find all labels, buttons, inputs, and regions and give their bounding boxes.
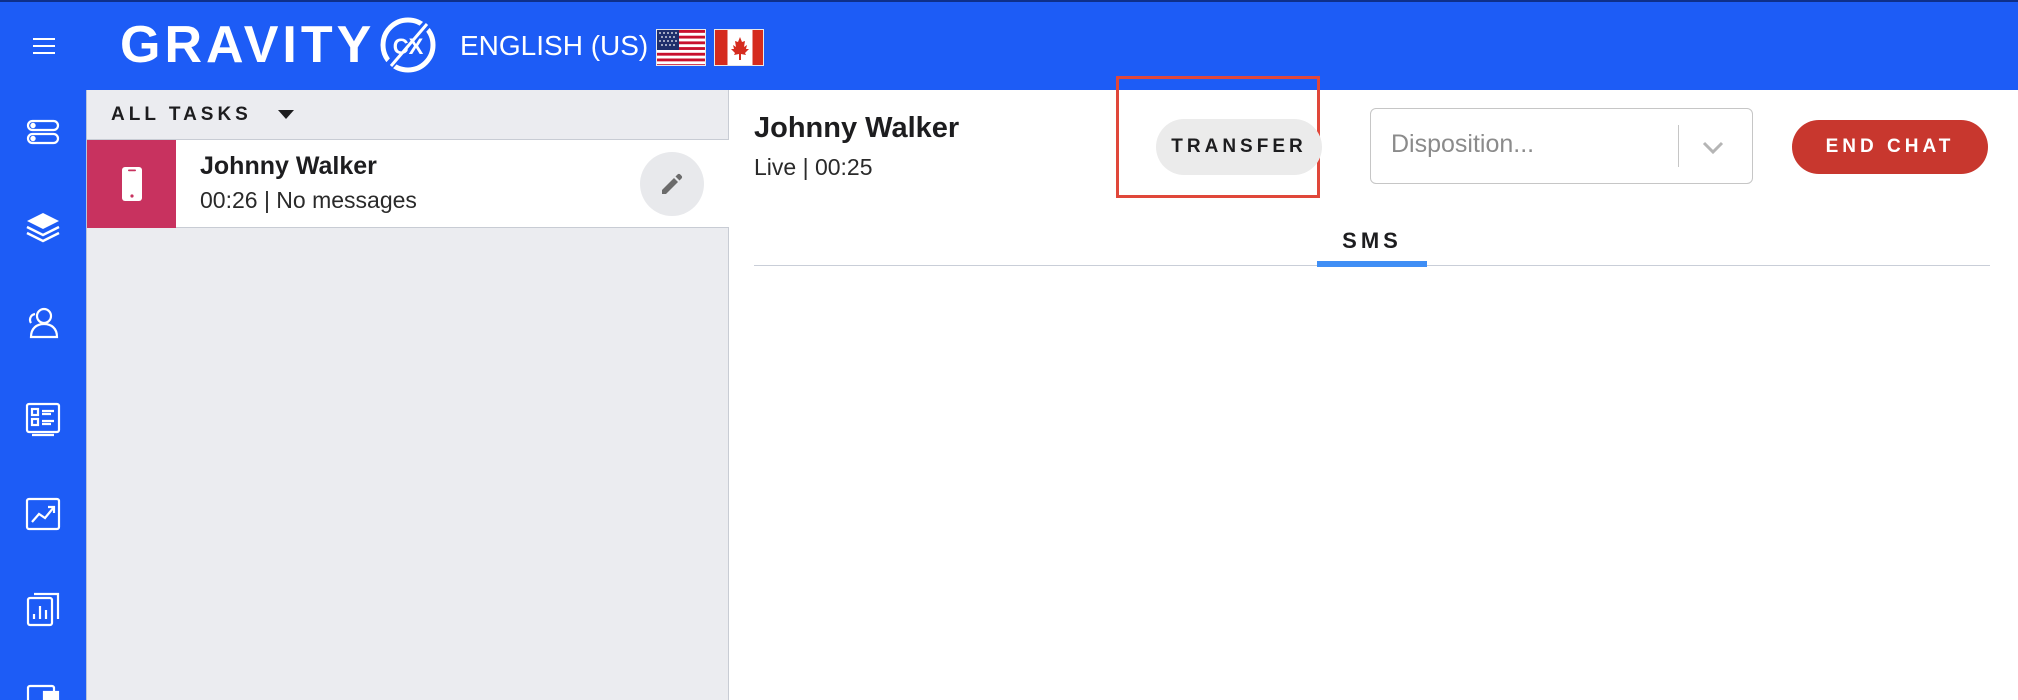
tab-sms[interactable]: SMS xyxy=(1317,220,1427,267)
forms-icon[interactable] xyxy=(24,400,62,438)
canada-flag-icon[interactable] xyxy=(714,29,764,66)
logo-suffix: CX xyxy=(393,34,424,59)
tab-sms-label: SMS xyxy=(1342,228,1402,253)
reports-icon[interactable] xyxy=(24,590,62,628)
task-list-panel: ALL TASKS Johnny Walker 00:26 | No messa… xyxy=(87,90,729,700)
task-channel-badge xyxy=(87,140,176,228)
active-tab-indicator xyxy=(1317,261,1427,267)
task-contact-name: Johnny Walker xyxy=(200,152,377,180)
logo-text: GRAVITY xyxy=(120,16,376,74)
select-separator xyxy=(1678,125,1679,167)
disposition-select[interactable]: Disposition... xyxy=(1370,108,1753,184)
disposition-placeholder: Disposition... xyxy=(1391,130,1535,158)
caret-down-icon xyxy=(277,110,294,119)
us-flag-icon[interactable] xyxy=(656,29,706,66)
language-selector[interactable]: ENGLISH (US) xyxy=(460,30,648,62)
all-tasks-label: ALL TASKS xyxy=(111,103,252,125)
conversation-panel: Johnny Walker Live | 00:25 TRANSFER Disp… xyxy=(730,76,2018,700)
hamburger-menu-icon[interactable] xyxy=(18,24,70,68)
end-chat-button[interactable]: END CHAT xyxy=(1792,120,1988,174)
task-item[interactable]: Johnny Walker 00:26 | No messages xyxy=(87,140,729,228)
all-tasks-filter[interactable]: ALL TASKS xyxy=(87,90,729,140)
top-bar: GRAVITY CX ENGLISH (US) xyxy=(0,0,2018,90)
analytics-icon[interactable] xyxy=(24,495,62,533)
mobile-phone-icon xyxy=(121,167,142,201)
contact-status: Live | 00:25 xyxy=(754,154,873,180)
contacts-icon[interactable] xyxy=(24,304,62,342)
chevron-down-icon[interactable] xyxy=(1697,131,1729,163)
pencil-icon xyxy=(662,173,683,194)
task-meta: 00:26 | No messages xyxy=(200,187,417,213)
cx-logo-mark-icon: CX xyxy=(380,17,436,73)
gravity-cx-logo: GRAVITY CX xyxy=(120,14,437,76)
more-nav-icon[interactable] xyxy=(24,682,62,700)
transfer-button[interactable]: TRANSFER xyxy=(1156,119,1322,175)
contact-name: Johnny Walker xyxy=(754,112,960,144)
layers-icon[interactable] xyxy=(24,208,62,246)
task-toggle-icon[interactable] xyxy=(24,113,62,151)
channel-tabs: SMS xyxy=(754,220,1990,267)
edit-task-button[interactable] xyxy=(640,152,704,216)
left-nav-rail xyxy=(0,90,87,700)
